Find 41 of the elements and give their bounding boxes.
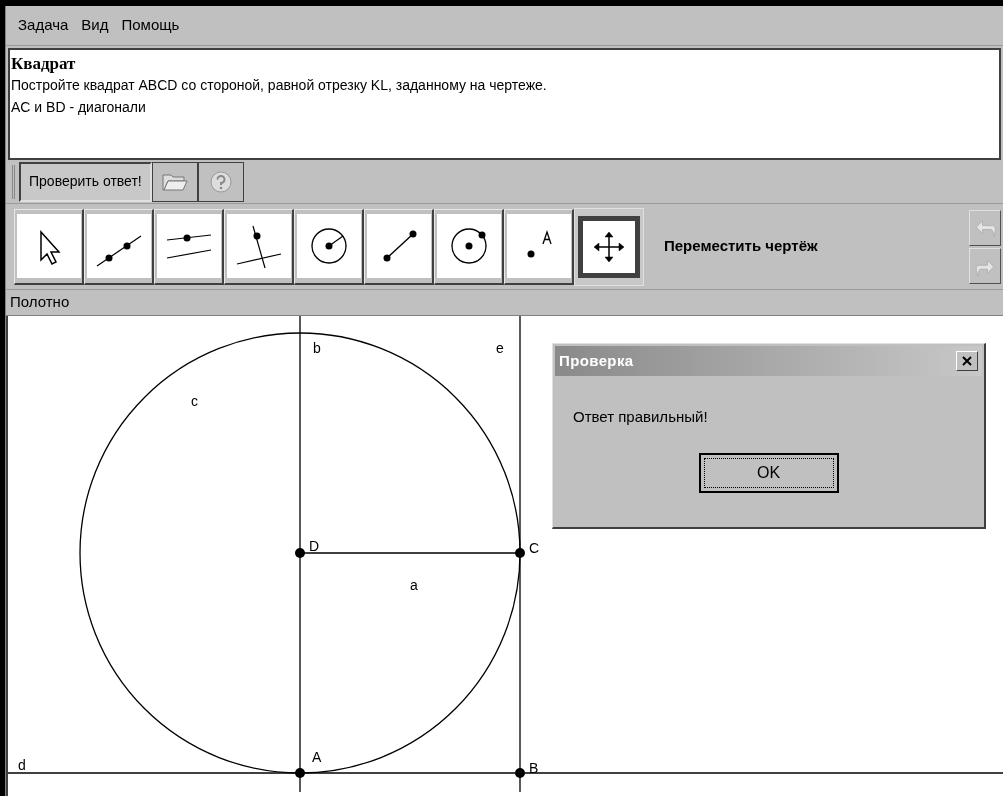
point[interactable] bbox=[295, 768, 305, 778]
point[interactable] bbox=[515, 768, 525, 778]
object-label: A bbox=[312, 749, 322, 765]
folder-icon bbox=[161, 172, 188, 191]
tool-button[interactable] bbox=[224, 208, 294, 285]
object-label: d bbox=[18, 757, 26, 773]
task-text: Постройте квадрат ABCD со стороной, равной отрезку KL, заданному на чертеже. bbox=[11, 76, 548, 95]
help-button[interactable] bbox=[197, 161, 244, 202]
tool-name: Переместить чертёж bbox=[664, 236, 818, 257]
ok-button[interactable]: OK bbox=[698, 452, 839, 493]
dialog-title: Проверка bbox=[559, 350, 634, 371]
object-label: b bbox=[313, 340, 321, 356]
object-label: e bbox=[496, 340, 504, 356]
object-label: C bbox=[529, 540, 540, 556]
circle[interactable] bbox=[79, 332, 521, 774]
task-title: Квадрат bbox=[11, 54, 77, 74]
point[interactable] bbox=[515, 548, 525, 558]
task-text: AC и BD - диагонали bbox=[11, 98, 147, 117]
open-button[interactable] bbox=[151, 161, 198, 202]
point[interactable] bbox=[295, 548, 305, 558]
menu-item[interactable]: Вид bbox=[81, 14, 109, 37]
object-label: D bbox=[309, 538, 320, 554]
panel-label: Полотно bbox=[10, 292, 70, 313]
menu-item[interactable]: Помощь bbox=[121, 14, 180, 37]
menu-item[interactable]: Задача bbox=[18, 14, 69, 37]
tool-button[interactable] bbox=[154, 208, 224, 285]
tool-button[interactable] bbox=[294, 208, 364, 285]
help-icon bbox=[209, 170, 232, 193]
tool-button[interactable] bbox=[14, 208, 84, 285]
tool-button[interactable] bbox=[84, 208, 154, 285]
close-button[interactable] bbox=[956, 351, 978, 371]
dialog-message: Ответ правильный! bbox=[573, 407, 709, 427]
tool-button[interactable] bbox=[574, 207, 644, 286]
tool-button[interactable] bbox=[434, 208, 504, 285]
object-label: c bbox=[191, 393, 198, 409]
object-label: B bbox=[529, 760, 539, 776]
check-answer-button[interactable]: Проверить ответ! bbox=[19, 161, 152, 202]
tool-button[interactable] bbox=[504, 208, 574, 285]
close-icon bbox=[962, 356, 972, 366]
tool-button[interactable] bbox=[364, 208, 434, 285]
object-label: a bbox=[410, 577, 418, 593]
